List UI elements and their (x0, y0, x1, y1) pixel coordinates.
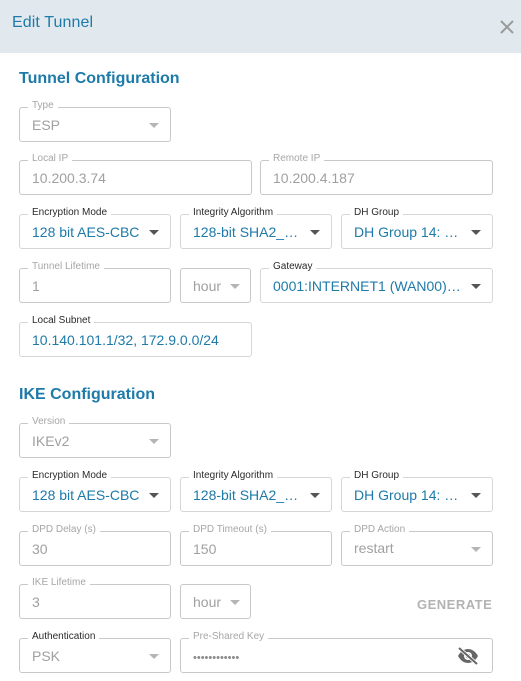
ike-encryption-mode-select[interactable]: Encryption Mode 128 bit AES-CBC (19, 469, 171, 512)
generate-button[interactable]: GENERATE (417, 597, 492, 612)
field-label: DH Group (350, 206, 404, 220)
chevron-down-icon (471, 493, 481, 498)
field-value: 30 (32, 541, 48, 557)
field-value: 10.140.101.1/32, 172.9.0.0/24 (32, 332, 219, 348)
field-value: PSK (32, 648, 61, 664)
chevron-down-icon (149, 230, 159, 235)
chevron-down-icon (230, 600, 240, 605)
field-label: Gateway (269, 260, 317, 274)
field-value: •••••••••••• (193, 652, 240, 664)
field-label: DPD Action (350, 523, 410, 537)
dialog-title: Edit Tunnel (12, 14, 94, 31)
field-value: restart (354, 540, 394, 556)
field-value: 0001:INTERNET1 (WAN00) (10.200.3.74) (273, 278, 461, 294)
chevron-down-icon (471, 284, 481, 289)
field-value: 10.200.3.74 (32, 170, 106, 186)
local-ip-field[interactable]: Local IP 10.200.3.74 (19, 152, 252, 195)
field-value: 10.200.4.187 (273, 170, 355, 186)
field-label: Authentication (28, 630, 100, 644)
field-label: Integrity Algorithm (189, 469, 278, 483)
field-label: DH Group (350, 469, 404, 483)
close-icon (500, 20, 514, 34)
field-label: Pre-Shared Key (189, 630, 269, 644)
ike-dh-group-select[interactable]: DH Group DH Group 14: 2048-bit (341, 469, 493, 512)
close-button[interactable] (497, 17, 517, 37)
field-value: hour (193, 278, 222, 294)
field-value: IKEv2 (32, 433, 70, 449)
tunnel-section-title: Tunnel Configuration (19, 70, 180, 87)
tunnel-lifetime-unit-select[interactable]: hour (180, 268, 251, 303)
field-value: 128 bit AES-CBC (32, 224, 140, 240)
field-label: Local Subnet (28, 314, 95, 328)
dpd-delay-field[interactable]: DPD Delay (s) 30 (19, 523, 171, 566)
ike-version-select[interactable]: Version IKEv2 (19, 415, 171, 458)
chevron-down-icon (310, 493, 320, 498)
chevron-down-icon (230, 284, 240, 289)
chevron-down-icon (149, 654, 159, 659)
chevron-down-icon (149, 123, 159, 128)
field-value: hour (193, 594, 222, 610)
chevron-down-icon (471, 230, 481, 235)
chevron-down-icon (310, 230, 320, 235)
field-label: Encryption Mode (28, 206, 112, 220)
chevron-down-icon (471, 547, 481, 552)
field-label: Local IP (28, 152, 73, 166)
tunnel-encryption-mode-select[interactable]: Encryption Mode 128 bit AES-CBC (19, 206, 171, 249)
tunnel-dh-group-select[interactable]: DH Group DH Group 14: 2048-bit (341, 206, 493, 249)
pre-shared-key-field[interactable]: Pre-Shared Key •••••••••••• (180, 630, 493, 673)
field-value: 1 (32, 278, 40, 294)
field-value: DH Group 14: 2048-bit (354, 487, 462, 503)
field-label: Version (28, 415, 70, 429)
ike-lifetime-unit-select[interactable]: hour (180, 584, 251, 619)
field-label: Tunnel Lifetime (28, 260, 104, 274)
field-label: DPD Delay (s) (28, 523, 100, 537)
toggle-visibility-button[interactable] (456, 646, 480, 666)
field-label: Integrity Algorithm (189, 206, 278, 220)
field-label: Encryption Mode (28, 469, 112, 483)
ike-section-title: IKE Configuration (19, 386, 155, 403)
field-value: 128-bit SHA2_256 (193, 487, 301, 503)
field-value: ESP (32, 117, 61, 133)
field-value: 128 bit AES-CBC (32, 487, 140, 503)
visibility-off-icon (457, 646, 479, 666)
dpd-action-select[interactable]: DPD Action restart (341, 523, 493, 566)
remote-ip-field[interactable]: Remote IP 10.200.4.187 (260, 152, 493, 195)
ike-lifetime-field[interactable]: IKE Lifetime 3 (19, 576, 171, 619)
dialog-header: Edit Tunnel (0, 0, 521, 53)
gateway-select[interactable]: Gateway 0001:INTERNET1 (WAN00) (10.200.3… (260, 260, 493, 303)
field-value: 128-bit SHA2_256 (193, 224, 301, 240)
tunnel-type-select[interactable]: Type ESP (19, 99, 171, 142)
field-value: 150 (193, 541, 217, 557)
local-subnet-field[interactable]: Local Subnet 10.140.101.1/32, 172.9.0.0/… (19, 314, 252, 357)
tunnel-integrity-algorithm-select[interactable]: Integrity Algorithm 128-bit SHA2_256 (180, 206, 332, 249)
field-value: DH Group 14: 2048-bit (354, 224, 462, 240)
field-label: Remote IP (269, 152, 325, 166)
tunnel-lifetime-field[interactable]: Tunnel Lifetime 1 (19, 260, 171, 303)
field-label: Type (28, 99, 58, 113)
field-value: 3 (32, 594, 40, 610)
chevron-down-icon (149, 439, 159, 444)
ike-integrity-algorithm-select[interactable]: Integrity Algorithm 128-bit SHA2_256 (180, 469, 332, 512)
field-label: IKE Lifetime (28, 576, 90, 590)
chevron-down-icon (149, 493, 159, 498)
dpd-timeout-field[interactable]: DPD Timeout (s) 150 (180, 523, 332, 566)
authentication-select[interactable]: Authentication PSK (19, 630, 171, 673)
field-label: DPD Timeout (s) (189, 523, 271, 537)
